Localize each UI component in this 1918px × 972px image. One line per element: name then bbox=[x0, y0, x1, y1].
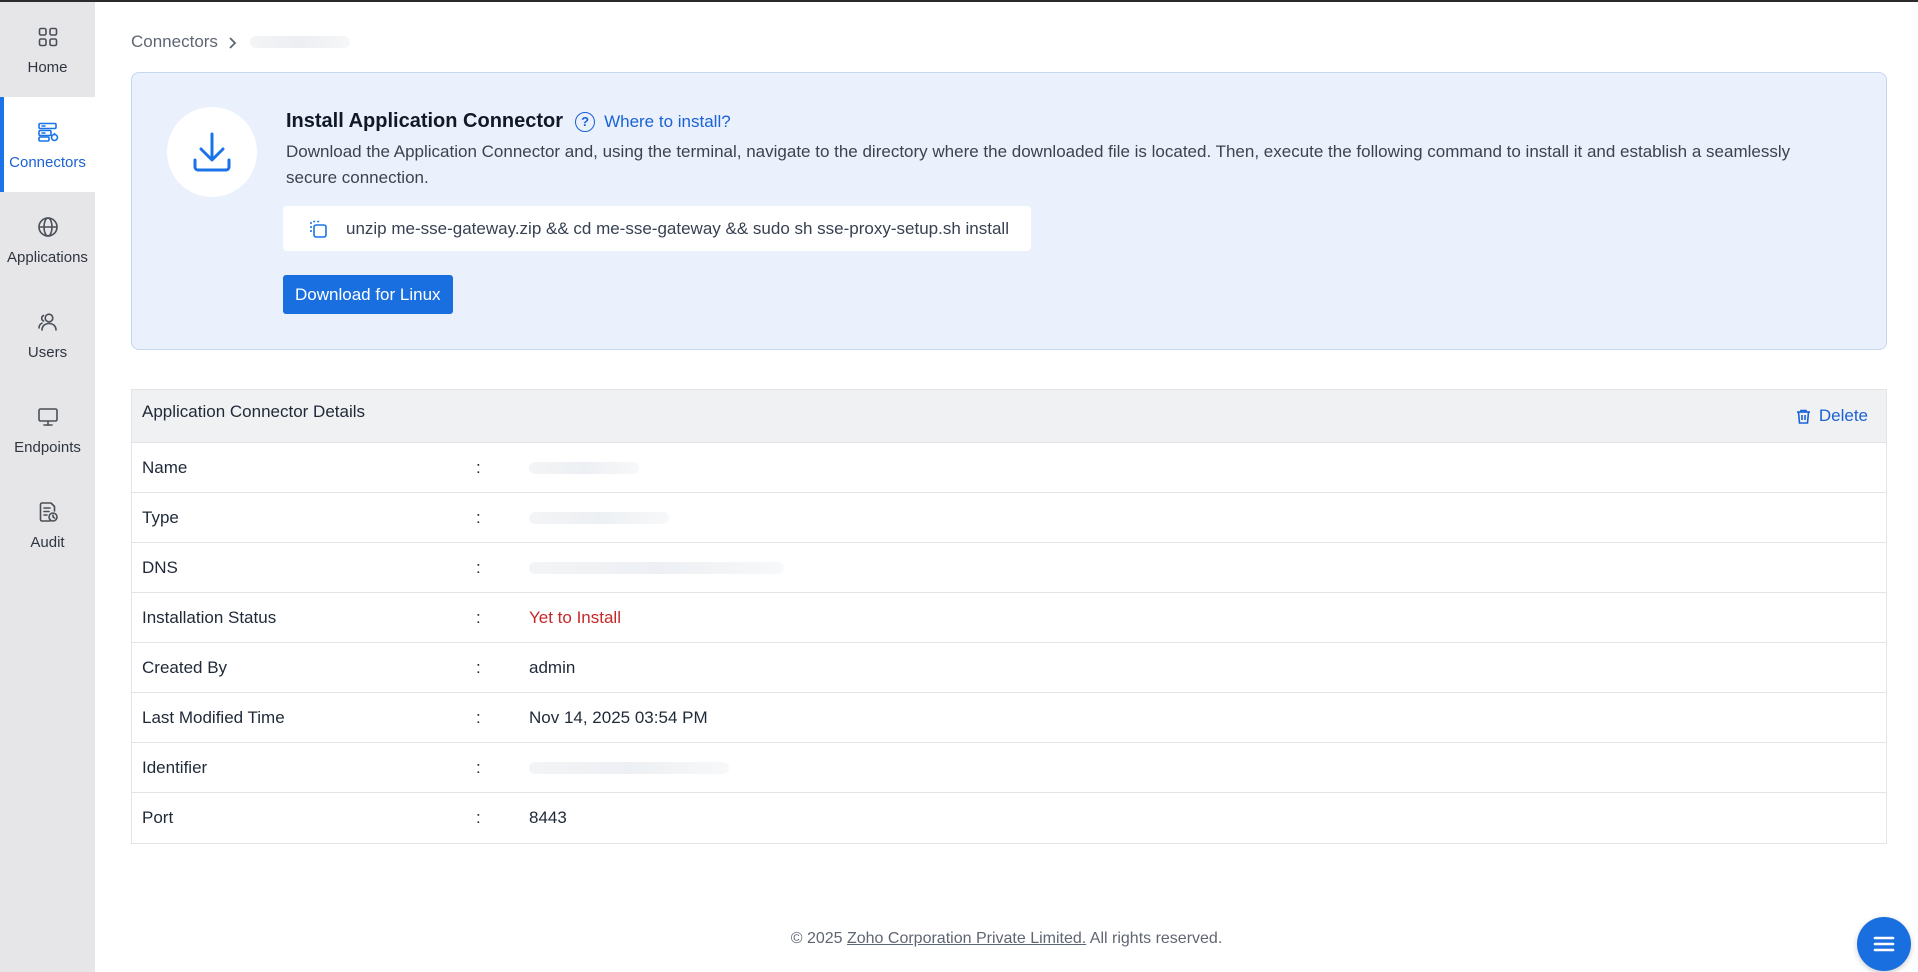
copy-icon[interactable] bbox=[307, 218, 329, 240]
sidebar-item-label: Users bbox=[27, 343, 68, 361]
sidebar-item-label: Applications bbox=[7, 248, 88, 266]
row-separator: : bbox=[476, 758, 481, 777]
users-icon bbox=[35, 309, 61, 335]
question-circle-icon[interactable]: ? bbox=[575, 111, 596, 132]
sidebar-item-applications[interactable]: Applications bbox=[0, 192, 95, 287]
breadcrumb-current-redacted bbox=[249, 36, 350, 48]
row-key: Port bbox=[142, 808, 174, 827]
breadcrumb: Connectors bbox=[131, 32, 350, 52]
connector-icon bbox=[35, 119, 61, 145]
main-content: Connectors Install Application Connector… bbox=[95, 2, 1918, 972]
row-key: Installation Status bbox=[142, 608, 277, 627]
row-separator: : bbox=[476, 508, 481, 527]
row-separator: : bbox=[476, 608, 481, 627]
sidebar-item-users[interactable]: Users bbox=[0, 287, 95, 382]
footer-company-link[interactable]: Zoho Corporation Private Limited. bbox=[847, 930, 1086, 947]
created-by-value: admin bbox=[529, 658, 576, 677]
monitor-icon bbox=[35, 404, 61, 430]
details-header: Application Connector Details Delete bbox=[132, 390, 1886, 443]
footer: © 2025 Zoho Corporation Private Limited.… bbox=[95, 930, 1918, 948]
hamburger-icon bbox=[1873, 936, 1895, 952]
globe-icon bbox=[35, 214, 61, 240]
chevron-right-icon bbox=[226, 35, 240, 49]
details-row-last-modified: Last Modified Time : Nov 14, 2025 03:54 … bbox=[132, 693, 1886, 743]
installation-status-value: Yet to Install bbox=[529, 608, 621, 627]
sidebar-item-label: Connectors bbox=[9, 153, 86, 171]
details-row-port: Port : 8443 bbox=[132, 793, 1886, 843]
install-command-box: unzip me-sse-gateway.zip && cd me-sse-ga… bbox=[283, 206, 1031, 251]
row-value-redacted bbox=[529, 512, 669, 524]
row-separator: : bbox=[476, 658, 481, 677]
download-for-linux-button[interactable]: Download for Linux bbox=[283, 275, 453, 314]
details-row-dns: DNS : bbox=[132, 543, 1886, 593]
row-value-redacted bbox=[529, 562, 784, 574]
row-separator: : bbox=[476, 708, 481, 727]
row-key: Created By bbox=[142, 658, 228, 677]
where-to-install-link[interactable]: Where to install? bbox=[604, 112, 731, 132]
row-key: Type bbox=[142, 508, 179, 527]
install-command-text: unzip me-sse-gateway.zip && cd me-sse-ga… bbox=[346, 218, 1009, 238]
footer-suffix: All rights reserved. bbox=[1086, 930, 1223, 947]
row-key: Name bbox=[142, 458, 188, 477]
row-key: DNS bbox=[142, 558, 178, 577]
footer-prefix: © 2025 bbox=[790, 930, 847, 947]
sidebar-item-label: Endpoints bbox=[14, 438, 81, 456]
last-modified-value: Nov 14, 2025 03:54 PM bbox=[529, 708, 708, 727]
sidebar-item-connectors[interactable]: Connectors bbox=[0, 97, 95, 192]
details-row-type: Type : bbox=[132, 493, 1886, 543]
audit-icon bbox=[35, 499, 61, 525]
trash-icon bbox=[1796, 409, 1810, 424]
sidebar: Home Connectors Applications Users Endpo… bbox=[0, 2, 95, 972]
row-key: Identifier bbox=[142, 758, 208, 777]
row-value-redacted bbox=[529, 762, 729, 774]
delete-button[interactable]: Delete bbox=[1795, 406, 1868, 426]
connector-details-table: Application Connector Details Delete Nam… bbox=[131, 389, 1887, 844]
grid-icon bbox=[35, 24, 61, 50]
sidebar-item-home[interactable]: Home bbox=[0, 2, 95, 97]
install-description: Download the Application Connector and, … bbox=[286, 142, 1791, 187]
port-value: 8443 bbox=[529, 808, 567, 827]
sidebar-item-audit[interactable]: Audit bbox=[0, 477, 95, 572]
download-icon bbox=[167, 107, 257, 197]
details-row-name: Name : bbox=[132, 443, 1886, 493]
menu-fab-button[interactable] bbox=[1857, 917, 1911, 971]
row-separator: : bbox=[476, 458, 481, 477]
details-row-identifier: Identifier : bbox=[132, 743, 1886, 793]
install-connector-card: Install Application Connector ? Where to… bbox=[131, 72, 1887, 350]
row-separator: : bbox=[476, 808, 481, 827]
row-key: Last Modified Time bbox=[142, 708, 285, 727]
sidebar-item-endpoints[interactable]: Endpoints bbox=[0, 382, 95, 477]
sidebar-item-label: Audit bbox=[30, 533, 65, 551]
details-title: Application Connector Details bbox=[142, 402, 366, 421]
details-row-installation-status: Installation Status : Yet to Install bbox=[132, 593, 1886, 643]
delete-label: Delete bbox=[1818, 406, 1868, 425]
details-row-created-by: Created By : admin bbox=[132, 643, 1886, 693]
breadcrumb-connectors-link[interactable]: Connectors bbox=[131, 32, 218, 52]
sidebar-item-label: Home bbox=[27, 58, 68, 76]
row-separator: : bbox=[476, 558, 481, 577]
row-value-redacted bbox=[529, 462, 639, 474]
install-title-row: Install Application Connector ? Where to… bbox=[286, 110, 731, 133]
install-title: Install Application Connector bbox=[286, 110, 564, 132]
